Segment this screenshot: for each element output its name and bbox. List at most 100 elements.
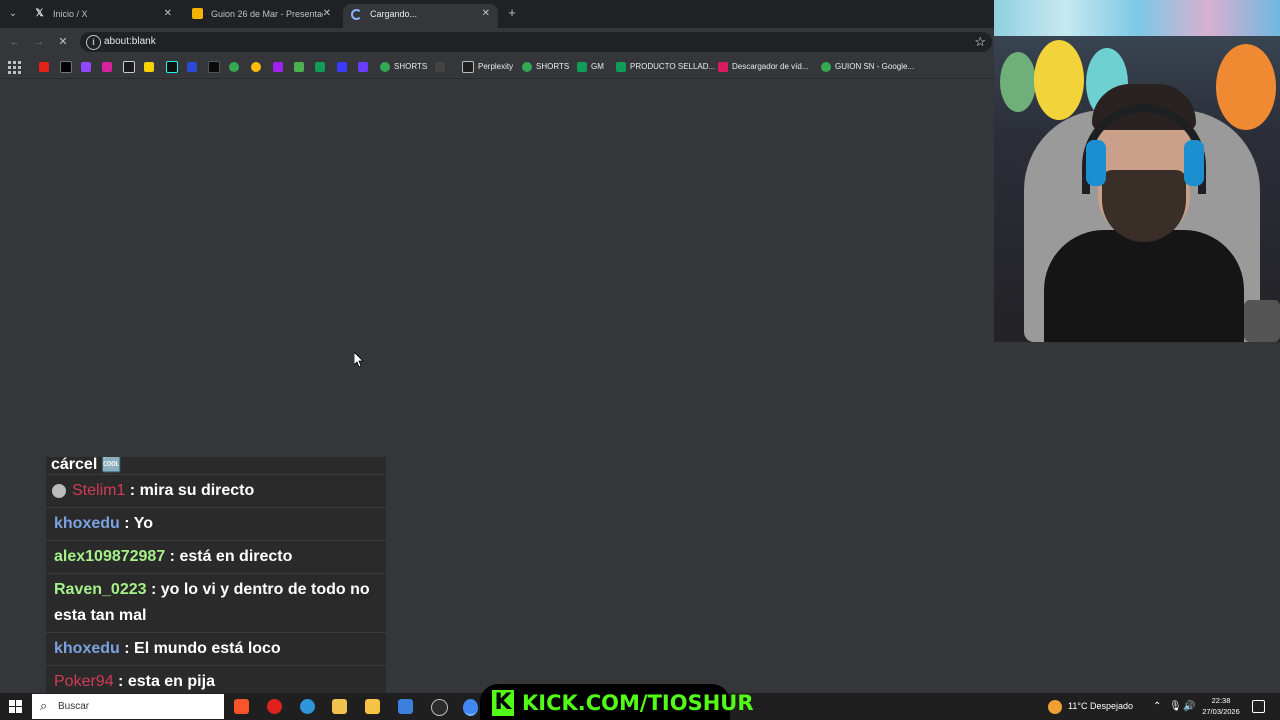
bookmark-gm[interactable]: GM xyxy=(577,61,604,73)
bookmark-label: GM xyxy=(591,62,604,71)
site-info-icon[interactable]: i xyxy=(86,35,101,50)
headset-ear-left xyxy=(1086,140,1106,186)
tab-strip: ⌄ 𝕏 Inicio / X ✕ Guion 26 de Mar - Prese… xyxy=(0,0,994,28)
kick-channel-url: KICK.COM/TIOSHUR xyxy=(522,691,754,715)
chat-message: khoxedu : El mundo está loco xyxy=(46,633,386,666)
volume-tray-icon[interactable]: 🔊 xyxy=(1183,693,1195,720)
tab-label: Cargando... xyxy=(370,9,418,19)
chat-separator: : xyxy=(119,515,134,532)
bookmark-star-icon[interactable]: ☆ xyxy=(974,32,986,52)
close-icon[interactable]: ✕ xyxy=(482,4,490,24)
mouse-cursor-icon xyxy=(353,351,364,368)
microphone-tray-icon[interactable]: 🎙 xyxy=(1169,693,1182,720)
wave-bookmark-icon[interactable] xyxy=(337,61,347,73)
google-slides-icon xyxy=(192,8,203,19)
google-sheets-icon xyxy=(577,61,587,72)
taskbar-search-box[interactable]: ⌕ Buscar xyxy=(32,694,224,719)
bulbasaur-plush xyxy=(1000,52,1036,112)
tiktok-bookmark-icon[interactable] xyxy=(166,61,178,73)
dark-window-bookmark-icon[interactable] xyxy=(435,61,449,73)
address-bar[interactable]: i about:blank ☆ xyxy=(80,32,992,52)
google-drive-icon xyxy=(821,61,831,72)
streamer-shirt xyxy=(1044,230,1244,342)
sheets-bookmark-icon[interactable] xyxy=(315,61,325,73)
bookmark-label: Descargador de víd... xyxy=(732,62,809,71)
google-sheets-icon xyxy=(616,61,626,72)
kick-banner: K KICK.COM/TIOSHUR xyxy=(480,684,754,720)
file-explorer-taskbar-icon[interactable] xyxy=(332,699,347,714)
chrome-bookmark-icon[interactable] xyxy=(229,61,239,73)
tab-loading[interactable]: Cargando... ✕ xyxy=(343,4,498,28)
stop-loading-icon[interactable]: ✕ xyxy=(56,35,70,49)
user-badge-icon xyxy=(52,483,66,498)
bookmark-label: SHORTS xyxy=(536,62,570,71)
bookmark-perplexity[interactable]: Perplexity xyxy=(462,61,513,73)
chat-separator: : xyxy=(119,640,135,657)
charmander-plush xyxy=(1216,44,1276,130)
chat-username: Poker94 xyxy=(54,673,114,690)
google-drive-icon xyxy=(380,61,390,72)
chat-username: khoxedu xyxy=(54,515,120,532)
store-taskbar-icon[interactable] xyxy=(365,699,380,714)
chat-separator: : xyxy=(165,548,180,565)
instagram-bookmark-icon[interactable] xyxy=(102,61,112,73)
bookmark-shorts-2[interactable]: SHORTS xyxy=(522,61,569,73)
close-icon[interactable]: ✕ xyxy=(323,4,331,24)
edge-taskbar-icon[interactable] xyxy=(300,699,315,714)
back-arrow-icon[interactable]: ← xyxy=(8,35,22,49)
yellow-bookmark-icon[interactable] xyxy=(144,61,154,73)
weather-text: 11°C Despejado xyxy=(1068,701,1133,711)
bookmark-shorts-1[interactable]: SHORTS xyxy=(380,61,427,73)
figure-shelf xyxy=(994,0,1280,36)
chat-message: khoxedu : Yo xyxy=(46,508,386,541)
windows-start-icon[interactable] xyxy=(9,700,22,713)
forward-arrow-icon[interactable]: → xyxy=(32,35,46,49)
chat-text: esta en pija xyxy=(127,673,215,690)
gallery-bookmark-icon[interactable] xyxy=(294,61,304,73)
chat-separator: : xyxy=(146,581,161,598)
search-placeholder: Buscar xyxy=(58,701,90,712)
tab-search-chevron-icon[interactable]: ⌄ xyxy=(4,5,22,23)
new-tab-plus-icon[interactable]: + xyxy=(504,5,520,21)
x-logo-icon: 𝕏 xyxy=(35,8,44,19)
chat-separator: : xyxy=(113,673,128,690)
tab-label: Guion 26 de Mar - Presentaciones xyxy=(211,9,323,19)
purple-x-bookmark-icon[interactable] xyxy=(273,61,283,73)
bookmark-producto-sellado[interactable]: PRODUCTO SELLAD... xyxy=(616,61,715,73)
colorful-bookmark-icon[interactable] xyxy=(251,61,261,73)
blue-bookmark-icon[interactable] xyxy=(187,61,197,73)
chat-message: Poker94 : esta en pija xyxy=(46,666,386,693)
twitch-bookmark-icon[interactable] xyxy=(81,61,91,73)
youtube-bookmark-icon[interactable] xyxy=(39,61,49,73)
webcam-overlay xyxy=(994,0,1280,342)
tab-guion-presentaciones[interactable]: Guion 26 de Mar - Presentaciones ✕ xyxy=(184,4,339,28)
apps-grid-icon[interactable] xyxy=(8,61,21,74)
clock-time: 22:38 xyxy=(1211,696,1231,705)
chat-username: khoxedu xyxy=(54,640,120,657)
obs-taskbar-icon[interactable] xyxy=(431,699,448,716)
anchor-bookmark-icon[interactable] xyxy=(123,61,135,73)
mail-taskbar-icon[interactable] xyxy=(398,699,413,714)
taskbar-clock[interactable]: 22:38 27/03/2026 xyxy=(1196,695,1246,717)
chat-text: El mundo está loco xyxy=(134,640,281,657)
pikachu-plush xyxy=(1034,40,1084,120)
clock-date: 27/03/2026 xyxy=(1202,707,1240,716)
bookmark-label: SHORTS xyxy=(394,62,428,71)
chat-bookmark-icon[interactable] xyxy=(358,61,368,73)
weather-widget[interactable]: 11°C Despejado xyxy=(1048,693,1133,720)
bookmark-label: Perplexity xyxy=(478,62,514,72)
opera-taskbar-icon[interactable] xyxy=(267,699,282,714)
bookmark-guion-sn[interactable]: GUION SN - Google... xyxy=(821,61,914,73)
notification-icon[interactable] xyxy=(1252,700,1265,713)
dark-bookmark-icon[interactable] xyxy=(208,61,220,73)
tray-chevron-up-icon[interactable]: ⌃ xyxy=(1153,693,1161,720)
microphone xyxy=(1244,300,1280,342)
bookmark-descargador[interactable]: Descargador de víd... xyxy=(718,61,808,73)
tab-x-home[interactable]: 𝕏 Inicio / X ✕ xyxy=(26,4,180,28)
close-icon[interactable]: ✕ xyxy=(164,4,172,24)
brave-taskbar-icon[interactable] xyxy=(234,699,249,714)
x-bookmark-icon[interactable] xyxy=(60,61,72,73)
chrome-taskbar-icon[interactable] xyxy=(463,699,478,716)
bookmark-label: GUION SN - Google... xyxy=(835,62,915,71)
chat-message: cárcel 🆒 xyxy=(46,457,386,475)
